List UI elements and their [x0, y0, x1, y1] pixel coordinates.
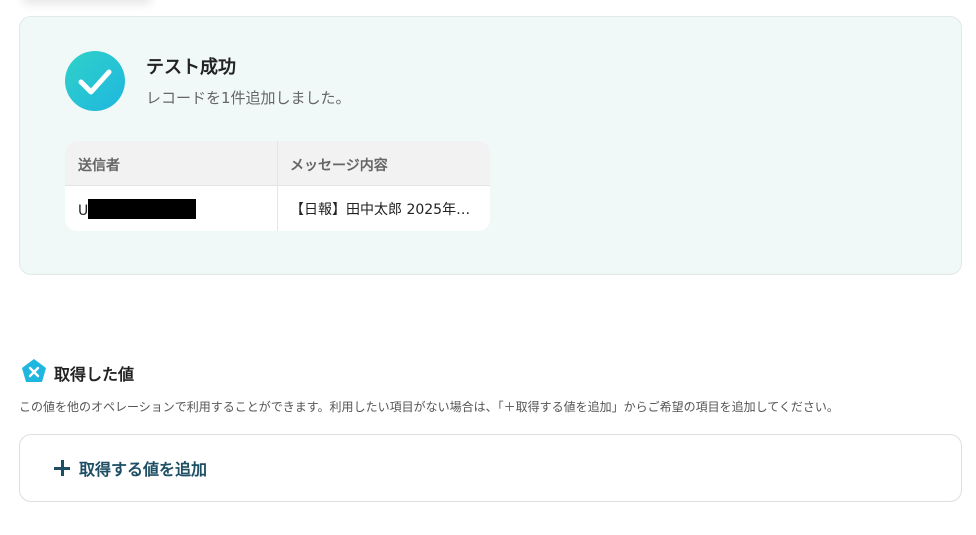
redacted-block: [88, 199, 197, 219]
column-divider: [277, 141, 278, 231]
success-subtitle: レコードを1件追加しました。: [146, 89, 351, 107]
table-cell-sender: U: [78, 199, 268, 219]
yoom-logo-icon: [22, 359, 46, 382]
test-result-panel: テスト成功 レコードを1件追加しました。 送信者 メッセージ内容 U 【日報】田…: [19, 16, 962, 275]
success-title: テスト成功: [146, 57, 236, 78]
column-header-sender: 送信者: [78, 158, 120, 174]
section-title: 取得した値: [54, 365, 135, 384]
column-header-message: メッセージ内容: [290, 158, 388, 174]
add-value-button[interactable]: 取得する値を追加: [53, 456, 207, 480]
sender-value: U: [78, 203, 89, 219]
section-description: この値を他のオペレーションで利用することができます。利用したい項目がない場合は、…: [19, 400, 839, 414]
table-cell-message: 【日報】田中太郎 2025年…: [290, 202, 471, 218]
plus-icon: [53, 459, 71, 477]
add-value-label: 取得する値を追加: [79, 460, 208, 479]
add-value-box: 取得する値を追加: [19, 434, 962, 502]
check-icon: [65, 51, 125, 111]
result-table: 送信者 メッセージ内容 U 【日報】田中太郎 2025年…: [65, 141, 490, 231]
